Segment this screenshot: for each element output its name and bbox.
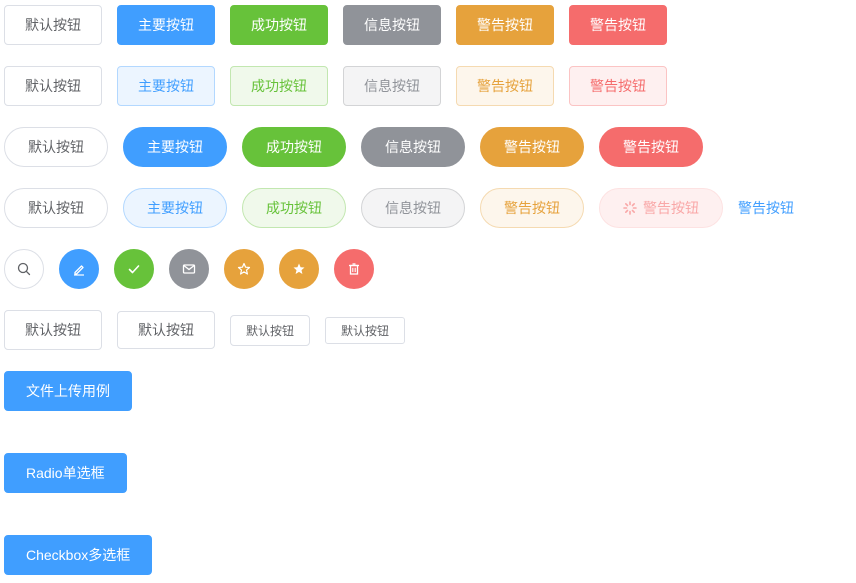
row-plain-buttons: 默认按钮 主要按钮 成功按钮 信息按钮 警告按钮 警告按钮 <box>4 66 667 106</box>
primary-button[interactable]: 主要按钮 <box>117 5 215 45</box>
search-icon <box>17 262 31 276</box>
warning-plain-button[interactable]: 警告按钮 <box>456 66 554 106</box>
success-round-button[interactable]: 成功按钮 <box>242 127 346 167</box>
row-icon-buttons <box>4 249 374 289</box>
default-plain-button[interactable]: 默认按钮 <box>4 66 102 106</box>
star-filled-circle-button[interactable] <box>279 249 319 289</box>
delete-circle-button[interactable] <box>334 249 374 289</box>
primary-plain-button[interactable]: 主要按钮 <box>117 66 215 106</box>
upload-demo-button[interactable]: 文件上传用例 <box>4 371 132 411</box>
medium-size-button[interactable]: 默认按钮 <box>117 311 215 349</box>
success-round-plain-button[interactable]: 成功按钮 <box>242 188 346 228</box>
default-round-button[interactable]: 默认按钮 <box>4 127 108 167</box>
info-button[interactable]: 信息按钮 <box>343 5 441 45</box>
small-size-button[interactable]: 默认按钮 <box>230 314 311 346</box>
default-round-plain-button[interactable]: 默认按钮 <box>4 188 108 228</box>
warning-button[interactable]: 警告按钮 <box>456 5 554 45</box>
info-round-button[interactable]: 信息按钮 <box>361 127 465 167</box>
mini-size-button[interactable]: 默认按钮 <box>325 316 406 344</box>
warning-round-button[interactable]: 警告按钮 <box>480 127 584 167</box>
edit-icon <box>72 262 86 276</box>
star-outline-icon <box>237 262 251 276</box>
loading-icon <box>623 201 637 215</box>
success-plain-button[interactable]: 成功按钮 <box>230 66 328 106</box>
loading-button-label: 警告按钮 <box>643 200 699 216</box>
checkbox-demo-button[interactable]: Checkbox多选框 <box>4 535 153 575</box>
success-button[interactable]: 成功按钮 <box>230 5 328 45</box>
row-round-buttons: 默认按钮 主要按钮 成功按钮 信息按钮 警告按钮 警告按钮 <box>4 127 703 167</box>
row-size-buttons: 默认按钮 默认按钮 默认按钮 默认按钮 <box>4 310 406 350</box>
row-round-plain-buttons: 默认按钮 主要按钮 成功按钮 信息按钮 警告按钮 警告按钮 警告按钮 <box>4 188 794 228</box>
warning-text-button[interactable]: 警告按钮 <box>738 188 794 228</box>
star-filled-icon <box>292 262 306 276</box>
check-icon <box>127 262 141 276</box>
default-button[interactable]: 默认按钮 <box>4 5 102 45</box>
radio-demo-button[interactable]: Radio单选框 <box>4 453 127 493</box>
edit-circle-button[interactable] <box>59 249 99 289</box>
row-basic-buttons: 默认按钮 主要按钮 成功按钮 信息按钮 警告按钮 警告按钮 <box>4 5 667 45</box>
delete-icon <box>347 262 361 276</box>
danger-loading-button[interactable]: 警告按钮 <box>599 188 723 228</box>
danger-round-button[interactable]: 警告按钮 <box>599 127 703 167</box>
danger-plain-button[interactable]: 警告按钮 <box>569 66 667 106</box>
message-circle-button[interactable] <box>169 249 209 289</box>
search-circle-button[interactable] <box>4 249 44 289</box>
star-outline-circle-button[interactable] <box>224 249 264 289</box>
warning-round-plain-button[interactable]: 警告按钮 <box>480 188 584 228</box>
primary-round-button[interactable]: 主要按钮 <box>123 127 227 167</box>
info-plain-button[interactable]: 信息按钮 <box>343 66 441 106</box>
danger-button[interactable]: 警告按钮 <box>569 5 667 45</box>
default-size-button[interactable]: 默认按钮 <box>4 310 102 350</box>
primary-round-plain-button[interactable]: 主要按钮 <box>123 188 227 228</box>
message-icon <box>182 262 196 276</box>
check-circle-button[interactable] <box>114 249 154 289</box>
info-round-plain-button[interactable]: 信息按钮 <box>361 188 465 228</box>
